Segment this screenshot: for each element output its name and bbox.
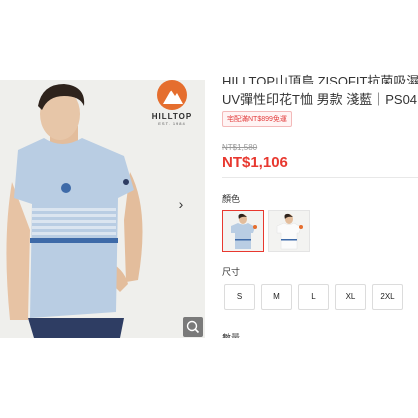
size-button-l[interactable]: L <box>298 284 329 310</box>
divider <box>222 177 418 178</box>
size-button-xl[interactable]: XL <box>335 284 366 310</box>
chevron-right-icon[interactable]: › <box>174 196 188 212</box>
swatch-thumbnail <box>269 211 309 251</box>
color-label: 顏色 <box>222 194 241 204</box>
color-swatch-white[interactable] <box>268 210 310 252</box>
zoom-button[interactable] <box>183 317 203 337</box>
color-swatch-light-blue[interactable] <box>222 210 264 252</box>
swatch-thumbnail <box>223 211 263 251</box>
size-button-2xl[interactable]: 2XL <box>372 284 403 310</box>
product-title-line1: HILLTOP山頂鳥 ZISOFIT抗菌吸濕 <box>222 74 418 84</box>
sale-price: NT$1,106 <box>222 154 288 171</box>
brand-tagline: EST. 1984 <box>158 121 186 126</box>
brand-name: HILLTOP <box>151 112 193 121</box>
product-title-line2: UV彈性印花T恤 男款 淺藍｜PS04 <box>222 92 418 107</box>
original-price: NT$1,580 <box>222 143 258 152</box>
size-button-s[interactable]: S <box>224 284 255 310</box>
size-button-m[interactable]: M <box>261 284 292 310</box>
quantity-label: 數量 <box>222 333 241 338</box>
magnifier-icon <box>186 320 200 334</box>
mountain-bird-icon <box>157 80 187 110</box>
size-label: 尺寸 <box>222 267 241 277</box>
brand-logo: HILLTOP EST. 1984 <box>142 80 202 134</box>
free-shipping-badge: 宅配滿NT$899免運 <box>222 111 292 127</box>
